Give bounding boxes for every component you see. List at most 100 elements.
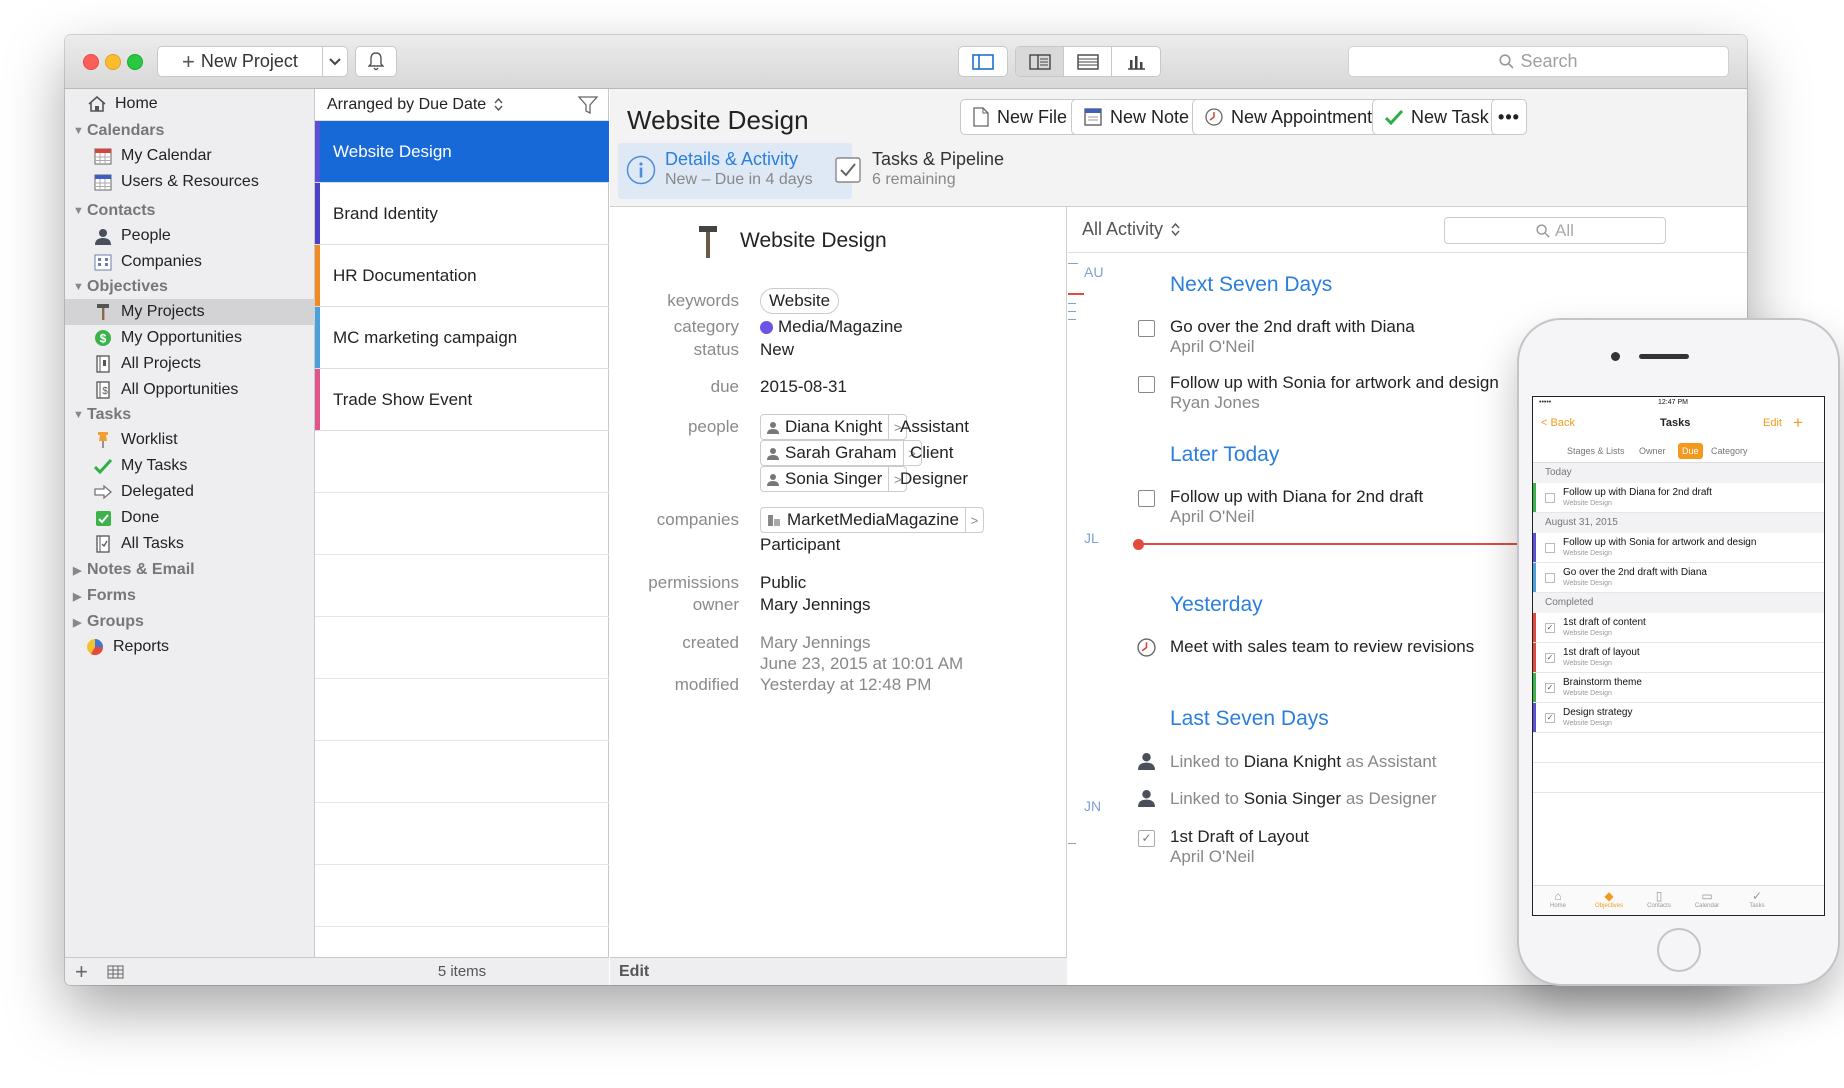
segment-stages[interactable]: Stages & Lists bbox=[1567, 446, 1625, 456]
new-note-button[interactable]: New Note bbox=[1071, 99, 1203, 135]
sidebar-section-groups[interactable]: ▶ Groups bbox=[65, 609, 315, 635]
table-icon[interactable] bbox=[107, 965, 124, 979]
global-search-input[interactable]: Search bbox=[1348, 46, 1729, 77]
split-view-button[interactable] bbox=[1016, 47, 1064, 76]
person-chip-sarah[interactable]: Sarah Graham > bbox=[760, 440, 922, 466]
sidebar-item-my-projects[interactable]: My Projects bbox=[65, 299, 315, 325]
notifications-button[interactable] bbox=[355, 46, 397, 77]
sidebar-item-all-opportunities[interactable]: $ All Opportunities bbox=[65, 377, 315, 403]
task-checkbox-checked[interactable]: ✓ bbox=[1545, 683, 1555, 693]
filter-icon[interactable] bbox=[578, 96, 598, 114]
phone-back-button[interactable]: < Back bbox=[1541, 417, 1575, 429]
sidebar-section-notes-email[interactable]: ▶ Notes & Email bbox=[65, 557, 315, 583]
activity-search-input[interactable]: All bbox=[1444, 217, 1666, 244]
activity-item-title[interactable]: Go over the 2nd draft with Diana bbox=[1170, 317, 1415, 337]
phone-task-row[interactable]: ✓ Design strategy Website Design bbox=[1533, 703, 1824, 733]
sidebar-item-delegated[interactable]: Delegated bbox=[65, 479, 315, 505]
person-chip-diana[interactable]: Diana Knight > bbox=[760, 414, 908, 440]
tab-details-activity[interactable]: Details & Activity New – Due in 4 days bbox=[618, 143, 852, 199]
list-view-button[interactable] bbox=[1064, 47, 1112, 76]
phone-task-row[interactable]: ✓ 1st draft of layout Website Design bbox=[1533, 643, 1824, 673]
sidebar-section-objectives[interactable]: ▼ Objectives bbox=[65, 274, 315, 300]
phone-task-row[interactable]: ✓ Brainstorm theme Website Design bbox=[1533, 673, 1824, 703]
toggle-sidebar-button[interactable] bbox=[958, 46, 1008, 77]
task-checkbox[interactable] bbox=[1545, 493, 1555, 503]
task-checkbox-checked[interactable]: ✓ bbox=[1138, 830, 1155, 847]
zoom-window-button[interactable] bbox=[127, 54, 143, 70]
sidebar-item-users-resources[interactable]: Users & Resources bbox=[65, 169, 315, 195]
new-project-menu-button[interactable] bbox=[322, 46, 348, 77]
more-actions-button[interactable]: ••• bbox=[1491, 99, 1527, 135]
phone-task-row[interactable]: Follow up with Sonia for artwork and des… bbox=[1533, 533, 1824, 563]
activity-item-title[interactable]: Follow up with Sonia for artwork and des… bbox=[1170, 373, 1499, 393]
phone-task-row[interactable]: Go over the 2nd draft with Diana Website… bbox=[1533, 563, 1824, 593]
new-appointment-button[interactable]: New Appointment bbox=[1192, 99, 1386, 135]
task-checkbox[interactable] bbox=[1545, 573, 1555, 583]
activity-link-item[interactable]: Linked to Diana Knight as Assistant bbox=[1170, 752, 1437, 772]
permissions-value[interactable]: Public bbox=[760, 573, 806, 593]
activity-item-title[interactable]: Follow up with Diana for 2nd draft bbox=[1170, 487, 1423, 507]
project-item-hr-documentation[interactable]: HR Documentation bbox=[315, 245, 609, 307]
task-checkbox[interactable] bbox=[1138, 490, 1155, 507]
phone-home-button[interactable] bbox=[1657, 928, 1701, 972]
tab-home[interactable]: ⌂ Home bbox=[1545, 889, 1571, 909]
sidebar-item-my-calendar[interactable]: My Calendar bbox=[65, 143, 315, 169]
sidebar-item-companies[interactable]: Companies bbox=[65, 249, 315, 275]
phone-task-row[interactable]: ✓ 1st draft of content Website Design bbox=[1533, 613, 1824, 643]
segment-owner[interactable]: Owner bbox=[1639, 446, 1666, 456]
tab-calendar[interactable]: ▭ Calendar bbox=[1691, 889, 1723, 909]
activity-item-title[interactable]: 1st Draft of Layout bbox=[1170, 827, 1309, 847]
new-project-button[interactable]: + New Project bbox=[157, 46, 323, 77]
phone-add-icon[interactable]: + bbox=[1793, 413, 1803, 433]
sidebar-item-people[interactable]: People bbox=[65, 223, 315, 249]
tab-tasks-pipeline[interactable]: Tasks & Pipeline 6 remaining bbox=[835, 143, 1035, 199]
chart-view-button[interactable] bbox=[1112, 47, 1160, 76]
company-chip[interactable]: MarketMediaMagazine > bbox=[760, 507, 984, 533]
sidebar-section-contacts[interactable]: ▼ Contacts bbox=[65, 198, 315, 224]
sidebar-section-tasks[interactable]: ▼ Tasks bbox=[65, 402, 315, 428]
new-task-button[interactable]: New Task bbox=[1372, 99, 1502, 135]
task-checkbox[interactable] bbox=[1138, 376, 1155, 393]
keyword-chip[interactable]: Website bbox=[760, 288, 840, 314]
project-item-trade-show[interactable]: Trade Show Event bbox=[315, 369, 609, 431]
sidebar-item-all-tasks[interactable]: All Tasks bbox=[65, 531, 315, 557]
close-window-button[interactable] bbox=[83, 54, 99, 70]
person-chip-sonia[interactable]: Sonia Singer > bbox=[760, 466, 908, 492]
owner-value[interactable]: Mary Jennings bbox=[760, 595, 871, 615]
sidebar-item-all-projects[interactable]: All Projects bbox=[65, 351, 315, 377]
sidebar-item-my-opportunities[interactable]: $ My Opportunities bbox=[65, 325, 315, 351]
tab-objectives[interactable]: ◆ Objectives bbox=[1591, 889, 1627, 909]
tab-tasks[interactable]: ✓ Tasks bbox=[1743, 889, 1771, 909]
task-checkbox-checked[interactable]: ✓ bbox=[1545, 713, 1555, 723]
status-value[interactable]: New bbox=[760, 340, 794, 360]
sidebar-item-reports[interactable]: Reports bbox=[65, 634, 315, 660]
phone-task-row[interactable]: Follow up with Diana for 2nd draft Websi… bbox=[1533, 483, 1824, 513]
sort-selector[interactable]: Arranged by Due Date bbox=[315, 89, 608, 121]
segment-category[interactable]: Category bbox=[1711, 446, 1748, 456]
due-value[interactable]: 2015-08-31 bbox=[760, 377, 847, 397]
sidebar-item-my-tasks[interactable]: My Tasks bbox=[65, 453, 315, 479]
minimize-window-button[interactable] bbox=[105, 54, 121, 70]
activity-item-title[interactable]: Meet with sales team to review revisions bbox=[1170, 637, 1474, 657]
sidebar-item-worklist[interactable]: Worklist bbox=[65, 427, 315, 453]
sidebar-item-home[interactable]: Home bbox=[65, 91, 315, 117]
add-icon[interactable]: + bbox=[75, 959, 88, 985]
tab-contacts[interactable]: ▯ Contacts bbox=[1643, 889, 1675, 909]
project-item-brand-identity[interactable]: Brand Identity bbox=[315, 183, 609, 245]
project-item-mc-marketing[interactable]: MC marketing campaign bbox=[315, 307, 609, 369]
sidebar-section-forms[interactable]: ▶ Forms bbox=[65, 583, 315, 609]
task-checkbox[interactable] bbox=[1545, 543, 1555, 553]
notebook-dollar-icon: $ bbox=[93, 380, 113, 400]
sidebar-item-done[interactable]: Done bbox=[65, 505, 315, 531]
new-file-button[interactable]: New File bbox=[960, 99, 1081, 135]
activity-link-item[interactable]: Linked to Sonia Singer as Designer bbox=[1170, 789, 1437, 809]
task-checkbox-checked[interactable]: ✓ bbox=[1545, 653, 1555, 663]
segment-due[interactable]: Due bbox=[1678, 443, 1703, 459]
phone-edit-button[interactable]: Edit bbox=[1763, 417, 1782, 429]
project-item-website-design[interactable]: Website Design bbox=[315, 121, 609, 183]
task-checkbox[interactable] bbox=[1138, 320, 1155, 337]
category-value[interactable]: Media/Magazine bbox=[760, 317, 903, 337]
task-checkbox-checked[interactable]: ✓ bbox=[1545, 623, 1555, 633]
edit-button[interactable]: Edit bbox=[619, 963, 649, 981]
sidebar-section-calendars[interactable]: ▼ Calendars bbox=[65, 118, 315, 144]
